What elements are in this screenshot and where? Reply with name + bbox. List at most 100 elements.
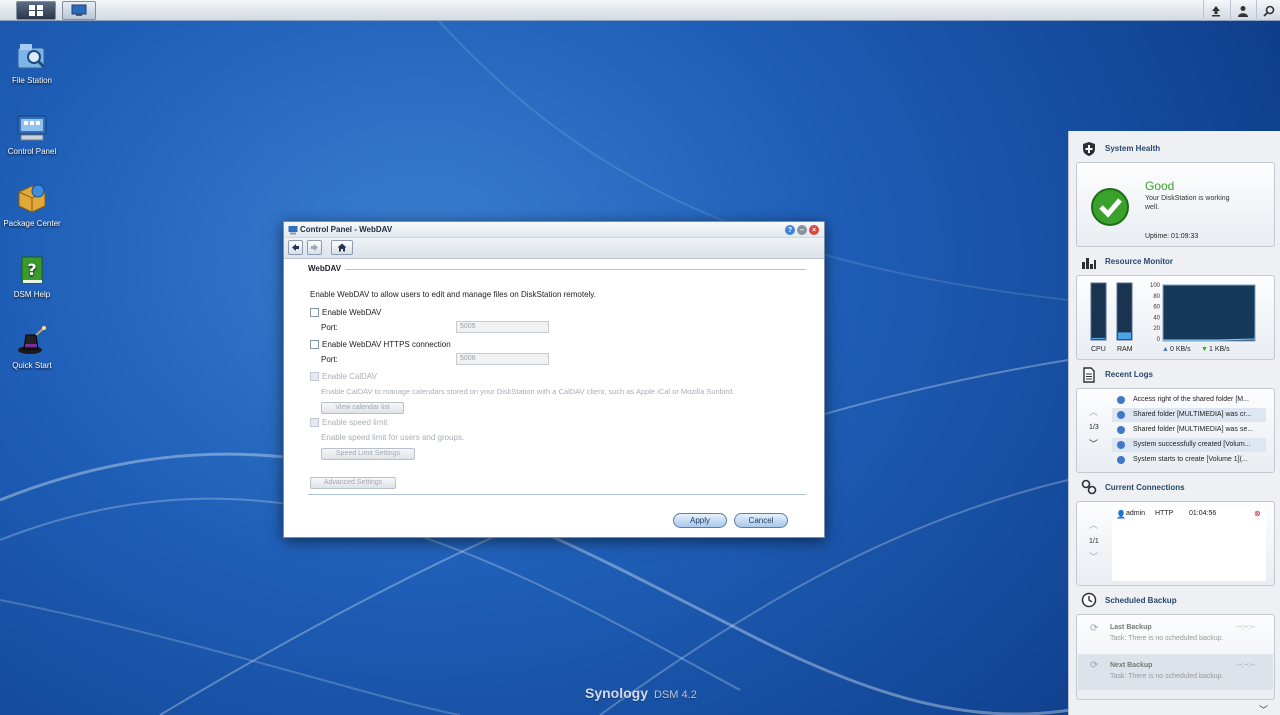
enable-webdav-checkbox[interactable] [310,308,319,317]
minimize-button[interactable]: – [797,225,807,235]
webdav-window: Control Panel - WebDAV ? – × WebDAV Enab… [283,221,825,538]
scheduled-backup-box: ⟳ Last Backup --:--:-- Task: There is no… [1076,614,1275,700]
desktop-icon-control-panel[interactable]: Control Panel [0,111,64,157]
control-panel-small-icon [288,226,298,235]
connection-protocol: HTTP [1155,510,1174,517]
synology-logo: Synology DSM 4.2 [585,685,697,701]
https-port-input[interactable]: 5006 [456,353,549,365]
home-icon [337,243,347,252]
enable-caldav-label[interactable]: Enable CalDAV [322,372,377,381]
logs-prev-icon[interactable]: ︿ [1089,405,1098,418]
log-text: System successfully created [Volum... [1133,441,1251,448]
desktop-icon-package-center[interactable]: Package Center [0,183,64,229]
minimize-icon: – [800,226,804,234]
window-title: Control Panel - WebDAV [300,225,393,234]
connections-next-icon[interactable]: ﹀ [1089,550,1098,563]
enable-https-label[interactable]: Enable WebDAV HTTPS connection [322,340,451,349]
logo-product: DSM 4.2 [654,689,697,701]
connections-prev-icon[interactable]: ︿ [1089,518,1098,531]
ram-bar-fill [1118,332,1131,339]
kick-connection-icon[interactable]: ⊗ [1254,509,1261,518]
help-icon: ? [787,226,793,234]
download-arrow-icon: ▼ [1201,346,1208,353]
window-titlebar[interactable]: Control Panel - WebDAV ? – × [284,222,824,238]
forward-button[interactable] [307,240,322,255]
enable-speed-limit-label[interactable]: Enable speed limit [322,418,387,427]
info-icon [1117,426,1125,434]
link-icon [1081,479,1097,495]
log-item[interactable]: Shared folder [MULTIMEDIA] was cr... [1112,408,1266,422]
enable-caldav-checkbox[interactable] [310,372,319,381]
home-button[interactable] [331,240,353,255]
search-button[interactable] [1256,0,1280,21]
panel-collapse-icon[interactable]: ﹀ [1259,703,1268,715]
health-status: Good [1145,179,1175,193]
desktop-icon-file-station[interactable]: File Station [0,40,64,86]
webdav-description: Enable WebDAV to allow users to edit and… [310,290,596,299]
recent-logs-title: Recent Logs [1105,370,1154,379]
document-icon [1083,367,1095,383]
current-connections-title: Current Connections [1105,483,1185,492]
system-health-title: System Health [1105,144,1161,153]
upload-arrow-icon: ▲ [1162,346,1169,353]
help-button[interactable]: ? [785,225,795,235]
ram-bar-track [1116,282,1133,341]
y-tick-label: 0 [1157,337,1161,343]
info-icon [1117,456,1125,464]
user-button[interactable] [1230,0,1254,21]
grid-icon [29,5,43,16]
speed-limit-description: Enable speed limit for users and groups. [321,433,465,442]
next-backup-time: --:--:-- [1237,662,1255,669]
y-tick-label: 20 [1153,326,1160,332]
cpu-label: CPU [1091,346,1106,353]
enable-https-checkbox[interactable] [310,340,319,349]
apply-button[interactable]: Apply [673,513,727,528]
info-icon [1117,441,1125,449]
advanced-settings-button[interactable]: Advanced Settings [310,477,396,489]
log-item[interactable]: Access right of the shared folder [M... [1112,393,1266,407]
last-backup-label: Last Backup [1110,624,1152,631]
refresh-icon: ⟳ [1090,623,1099,634]
view-calendar-list-button[interactable]: View calendar list [321,402,404,414]
file-station-icon [16,40,48,72]
help-book-icon: ? [16,254,48,286]
main-menu-button[interactable] [16,1,56,20]
log-text: Shared folder [MULTIMEDIA] was cr... [1133,411,1252,418]
back-button[interactable] [288,240,303,255]
search-icon [1262,5,1274,17]
info-icon [1117,396,1125,404]
log-item[interactable]: Shared folder [MULTIMEDIA] was se... [1112,423,1266,437]
cpu-bar-fill [1092,337,1105,339]
desktop-icon-dsm-help[interactable]: ? DSM Help [0,254,64,300]
webdav-port-input[interactable]: 5005 [456,321,549,333]
magic-hat-icon [16,325,48,357]
desktop-icon-label: Package Center [3,219,61,228]
taskbar-control-panel-button[interactable] [62,1,96,20]
resource-y-axis: 100 80 60 40 20 0 [1150,283,1161,343]
close-button[interactable]: × [809,225,819,235]
taskbar [0,0,1280,21]
enable-speed-limit-checkbox[interactable] [310,418,319,427]
upload-button[interactable] [1203,0,1227,21]
logs-next-icon[interactable]: ﹀ [1089,437,1098,450]
logo-brand: Synology [585,685,649,701]
y-tick-label: 100 [1150,283,1161,289]
control-panel-icon [16,111,48,143]
next-backup-task: Task: There is no scheduled backup. [1110,673,1224,680]
ram-label: RAM [1117,346,1133,353]
clock-icon [1081,592,1097,608]
log-item[interactable]: System successfully created [Volum... [1112,438,1266,452]
speed-limit-settings-button[interactable]: Speed Limit Settings [321,448,415,460]
arrow-left-icon [292,244,299,251]
port-label: Port: [321,355,338,364]
cancel-button[interactable]: Cancel [734,513,788,528]
desktop-icon-quick-start[interactable]: Quick Start [0,325,64,371]
log-item[interactable]: System starts to create [Volume 1](... [1112,453,1266,467]
scheduled-backup-title: Scheduled Backup [1105,596,1177,605]
enable-webdav-label[interactable]: Enable WebDAV [322,308,381,317]
download-rate: 1 KB/s [1209,346,1230,353]
info-icon [1117,411,1125,419]
desktop-icon-label: File Station [11,76,53,85]
upload-rate: 0 KB/s [1170,346,1191,353]
logs-page: 1/3 [1089,424,1099,431]
